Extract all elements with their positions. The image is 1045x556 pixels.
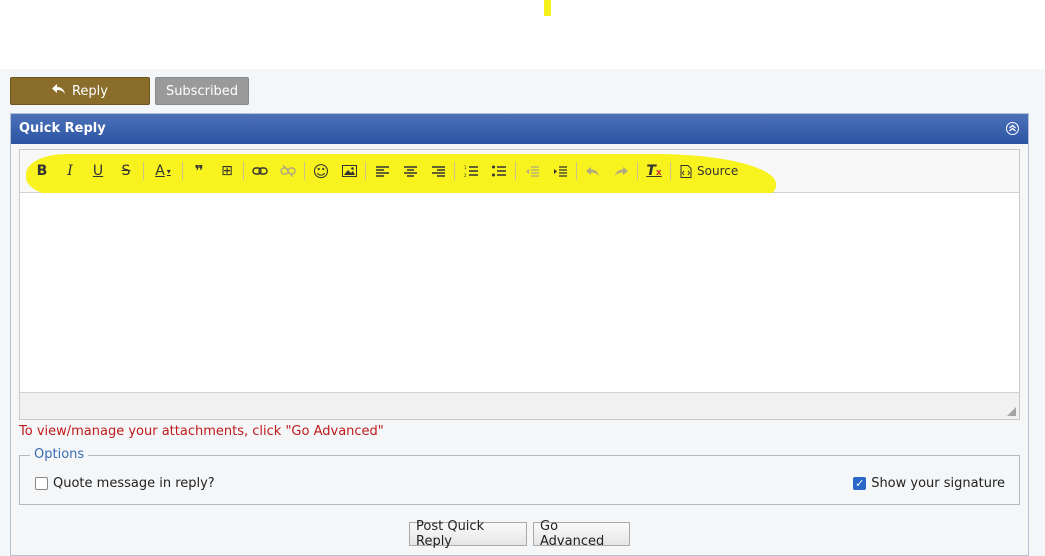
outdent-icon	[526, 165, 539, 177]
toolbar-separator	[454, 162, 455, 180]
bold-button[interactable]: B	[30, 160, 54, 182]
bold-icon: B	[36, 163, 48, 179]
bullet-list-button[interactable]	[487, 160, 511, 182]
svg-text:2: 2	[464, 173, 467, 177]
quick-reply-panel: Quick Reply B I U S A ▾ ❞ ⊞ ☺ 1 2 Tx Sou…	[10, 113, 1029, 556]
toolbar-separator	[304, 162, 305, 180]
toolbar-separator	[515, 162, 516, 180]
toolbar-separator	[365, 162, 366, 180]
remove-format-button[interactable]: Tx	[642, 160, 666, 182]
image-button[interactable]	[337, 160, 361, 182]
source-label: Source	[697, 164, 739, 178]
reply-button[interactable]: Reply	[10, 77, 150, 105]
source-button[interactable]: Source	[680, 160, 738, 182]
options-legend: Options	[30, 447, 89, 462]
quote-message-checkbox[interactable]	[35, 477, 48, 490]
reply-arrow-icon	[51, 83, 66, 99]
underline-button[interactable]: U	[86, 160, 110, 182]
numbered-list-icon: 12	[464, 165, 478, 177]
underline-icon: U	[92, 163, 104, 179]
smiley-button[interactable]: ☺	[309, 160, 333, 182]
quote-button[interactable]: ❞	[187, 160, 211, 182]
source-icon	[680, 164, 692, 178]
svg-text:1: 1	[464, 165, 467, 170]
unlink-icon	[280, 165, 296, 177]
reply-button-label: Reply	[71, 83, 108, 99]
undo-button[interactable]	[581, 160, 605, 182]
redo-button[interactable]	[609, 160, 633, 182]
image-icon	[341, 165, 357, 177]
quick-reply-header: Quick Reply	[11, 114, 1028, 144]
unlink-button[interactable]	[276, 160, 300, 182]
toolbar-separator	[182, 162, 183, 180]
highlight-mark	[544, 0, 551, 16]
insert-button[interactable]: ⊞	[215, 160, 239, 182]
subscribed-button[interactable]: Subscribed	[155, 77, 249, 105]
show-signature-label: Show your signature	[871, 476, 1005, 491]
bullet-list-icon	[492, 165, 506, 177]
text-color-icon: A	[155, 163, 165, 179]
message-editor-area[interactable]	[20, 193, 1019, 393]
post-quick-reply-label: Post Quick Reply	[416, 519, 485, 549]
outdent-button[interactable]	[520, 160, 544, 182]
show-signature-option[interactable]: ✓ Show your signature	[853, 476, 1005, 491]
quote-message-option[interactable]: Quote message in reply?	[35, 476, 215, 491]
toolbar-separator	[143, 162, 144, 180]
undo-icon	[586, 166, 599, 176]
align-right-button[interactable]	[426, 160, 450, 182]
link-icon	[252, 167, 268, 175]
align-center-icon	[403, 165, 417, 177]
editor-statusbar	[20, 392, 1019, 419]
go-advanced-label: Go Advanced	[540, 519, 605, 549]
editor-toolbar: B I U S A ▾ ❞ ⊞ ☺ 1 2 Tx Source	[20, 150, 1019, 200]
indent-icon	[554, 165, 567, 177]
go-advanced-button[interactable]: Go Advanced	[533, 519, 630, 549]
insert-icon: ⊞	[221, 163, 233, 179]
attachments-note: To view/manage your attachments, click "…	[19, 424, 384, 439]
collapse-icon[interactable]	[1006, 122, 1019, 135]
strike-button[interactable]: S	[114, 160, 138, 182]
toolbar-separator	[243, 162, 244, 180]
align-left-icon	[375, 165, 389, 177]
toolbar-separator	[637, 162, 638, 180]
strikethrough-icon: S	[121, 163, 131, 179]
subscribed-button-label: Subscribed	[165, 83, 239, 99]
numbered-list-button[interactable]: 12	[459, 160, 483, 182]
quote-icon: ❞	[194, 162, 204, 180]
resize-handle-icon[interactable]	[1007, 407, 1016, 416]
quote-message-label: Quote message in reply?	[53, 476, 215, 491]
options-fieldset: Options Quote message in reply? ✓ Show y…	[19, 447, 1020, 505]
toolbar-separator	[670, 162, 671, 180]
link-button[interactable]	[248, 160, 272, 182]
redo-icon	[615, 166, 628, 176]
remove-format-icon: Tx	[646, 163, 662, 179]
rich-text-editor: B I U S A ▾ ❞ ⊞ ☺ 1 2 Tx Source	[19, 149, 1020, 420]
show-signature-checkbox[interactable]: ✓	[853, 477, 867, 490]
post-quick-reply-button[interactable]: Post Quick Reply	[409, 519, 527, 549]
align-left-button[interactable]	[370, 160, 394, 182]
italic-button[interactable]: I	[58, 160, 82, 182]
italic-icon: I	[67, 163, 73, 179]
text-color-button[interactable]: A ▾	[148, 160, 178, 182]
indent-button[interactable]	[548, 160, 572, 182]
align-center-button[interactable]	[398, 160, 422, 182]
align-right-icon	[431, 165, 445, 177]
toolbar-separator	[576, 162, 577, 180]
quick-reply-title: Quick Reply	[19, 121, 106, 136]
smiley-icon: ☺	[312, 161, 330, 181]
